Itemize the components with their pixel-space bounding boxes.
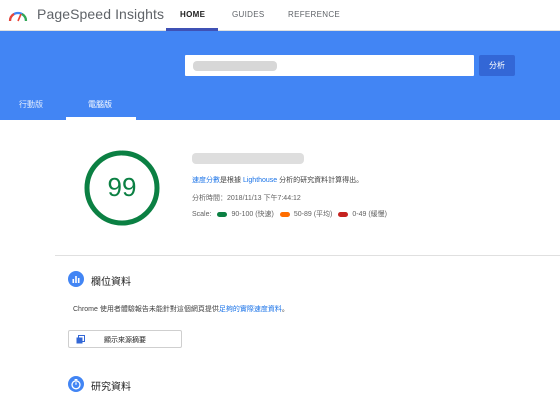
score-description: 速度分數是根據 Lighthouse 分析的研究資料計算得出。 [192, 175, 363, 185]
slow-indicator-icon [338, 211, 349, 217]
blurred-site-url [192, 153, 304, 164]
scale-average: 50-89 (平均) [293, 211, 333, 218]
insufficient-data-link[interactable]: 足夠的實際速度資料 [219, 306, 282, 313]
scale-label: Scale: [192, 210, 212, 218]
bar-chart-icon [68, 271, 84, 287]
blurred-url-text [193, 61, 277, 71]
lab-data-title: 研究資料 [91, 382, 131, 393]
analyze-button[interactable]: 分析 [479, 55, 515, 76]
field-desc-text: Chrome 使用者體驗報告未能針對這個網頁提供 [73, 306, 219, 313]
field-data-description: Chrome 使用者體驗報告未能針對這個網頁提供足夠的實際速度資料。 [73, 304, 289, 314]
nav-tab-home[interactable]: HOME [180, 10, 205, 19]
tab-mobile[interactable]: 行動版 [19, 99, 43, 110]
average-indicator-icon [279, 211, 290, 217]
origin-summary-label: 顯示來源摘要 [104, 337, 146, 344]
scale-fast: 90-100 (快速) [231, 211, 274, 218]
brand-title[interactable]: PageSpeed Insights [37, 6, 164, 22]
nav-tab-guides[interactable]: GUIDES [232, 10, 264, 19]
performance-score: 99 [107, 172, 137, 202]
show-origin-summary-button[interactable]: 顯示來源摘要 [68, 330, 182, 348]
field-desc-end: 。 [281, 306, 289, 313]
nav-tab-reference[interactable]: REFERENCE [288, 10, 340, 19]
speed-score-link[interactable]: 速度分數 [192, 177, 220, 184]
search-banner: 分析 行動版 電腦版 [0, 31, 560, 120]
pagespeed-logo-icon[interactable] [8, 8, 28, 22]
fast-indicator-icon [217, 211, 228, 217]
tab-desktop[interactable]: 電腦版 [88, 99, 112, 110]
score-scale: Scale: 90-100 (快速) 50-89 (平均) 0-49 (緩慢) [192, 209, 387, 219]
analysis-time: 分析時間：2018/11/13 下午7:44:12 [192, 195, 301, 202]
top-navigation: PageSpeed Insights HOME GUIDES REFERENCE [0, 0, 560, 31]
desc-mid-text: 是根據 [220, 177, 243, 184]
section-divider [55, 255, 560, 256]
timer-icon [68, 376, 84, 392]
scale-slow: 0-49 (緩慢) [352, 211, 388, 218]
desc-tail-text: 分析的研究資料計算得出。 [277, 177, 364, 184]
device-tab-indicator [66, 117, 136, 120]
field-data-title: 欄位資料 [91, 277, 131, 288]
lighthouse-link[interactable]: Lighthouse [243, 177, 277, 184]
